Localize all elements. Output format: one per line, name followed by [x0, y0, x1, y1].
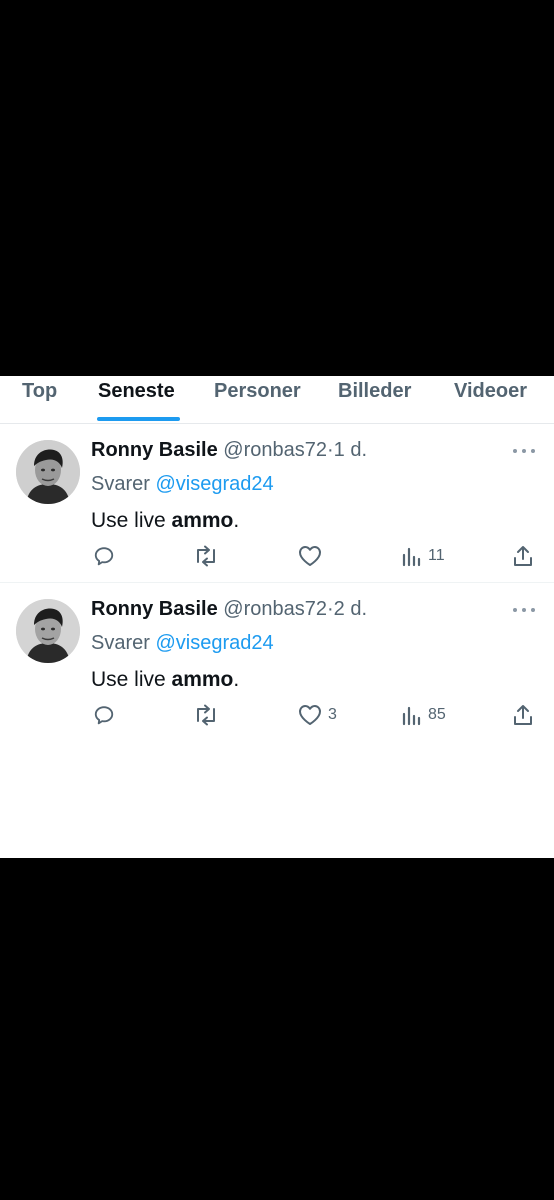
retweet-icon	[197, 704, 215, 726]
tweet-text: Use live ammo.	[91, 668, 239, 692]
author-name[interactable]: Ronny Basile	[91, 598, 218, 620]
search-tabs: Top Seneste Personer Billeder Videoer	[0, 376, 554, 424]
reply-mention-link[interactable]: @visegrad24	[155, 473, 273, 495]
more-icon[interactable]	[513, 447, 535, 455]
reply-mention-link[interactable]: @visegrad24	[155, 632, 273, 654]
author-handle[interactable]: @ronbas72	[223, 439, 327, 461]
views-button[interactable]: 11	[402, 541, 445, 571]
share-icon	[514, 546, 532, 566]
search-results-panel: Top Seneste Personer Billeder Videoer Ro…	[0, 376, 554, 858]
avatar[interactable]	[16, 440, 80, 504]
tweet-actions: 11	[0, 541, 554, 571]
separator-dot: ·	[326, 439, 334, 461]
tweet-text-bold: ammo	[171, 668, 234, 691]
reply-button[interactable]	[93, 541, 121, 571]
views-count: 11	[428, 547, 445, 564]
tweet-actions: 3 85	[0, 700, 554, 730]
reply-icon	[94, 706, 114, 725]
retweet-button[interactable]	[193, 541, 225, 571]
reply-icon	[94, 547, 114, 566]
tweet[interactable]: Ronny Basile @ronbas72·1 d. Svarer @vise…	[0, 424, 554, 582]
tweet-header: Ronny Basile @ronbas72·2 d.	[91, 598, 367, 621]
tweet-text: Use live ammo.	[91, 509, 239, 533]
tab-photos[interactable]: Billeder	[338, 380, 411, 403]
share-button[interactable]	[512, 700, 534, 730]
more-icon[interactable]	[513, 606, 535, 614]
like-button[interactable]: 3	[298, 700, 337, 730]
tweet-timestamp[interactable]: 1 d.	[334, 439, 367, 461]
share-button[interactable]	[512, 541, 534, 571]
retweet-button[interactable]	[193, 700, 225, 730]
retweet-icon	[197, 545, 215, 567]
separator-dot: ·	[326, 598, 334, 620]
tab-videos[interactable]: Videoer	[454, 380, 527, 403]
tweet-header: Ronny Basile @ronbas72·1 d.	[91, 439, 367, 462]
views-count: 85	[428, 706, 446, 723]
active-tab-indicator	[97, 417, 180, 421]
reply-button[interactable]	[93, 700, 121, 730]
views-icon	[402, 547, 421, 567]
heart-icon	[299, 546, 321, 566]
views-button[interactable]: 85	[402, 700, 446, 730]
reply-context: Svarer @visegrad24	[91, 473, 274, 496]
tweet-timestamp[interactable]: 2 d.	[334, 598, 367, 620]
share-icon	[514, 705, 532, 725]
tweet-text-end: .	[233, 668, 240, 691]
author-name[interactable]: Ronny Basile	[91, 439, 218, 461]
tab-top[interactable]: Top	[22, 380, 57, 403]
tab-people[interactable]: Personer	[214, 380, 301, 403]
heart-icon	[299, 705, 321, 725]
tab-latest[interactable]: Seneste	[98, 380, 175, 403]
reply-context: Svarer @visegrad24	[91, 632, 274, 655]
tweet-text-plain: Use live	[91, 668, 172, 691]
like-count: 3	[328, 706, 337, 723]
views-icon	[402, 706, 421, 726]
like-button[interactable]	[298, 541, 328, 571]
author-handle[interactable]: @ronbas72	[223, 598, 327, 620]
reply-label: Svarer	[91, 473, 150, 495]
tweet-text-bold: ammo	[171, 509, 234, 532]
reply-label: Svarer	[91, 632, 150, 654]
tweet[interactable]: Ronny Basile @ronbas72·2 d. Svarer @vise…	[0, 582, 554, 741]
avatar[interactable]	[16, 599, 80, 663]
tweet-text-plain: Use live	[91, 509, 172, 532]
tweet-text-end: .	[233, 509, 240, 532]
